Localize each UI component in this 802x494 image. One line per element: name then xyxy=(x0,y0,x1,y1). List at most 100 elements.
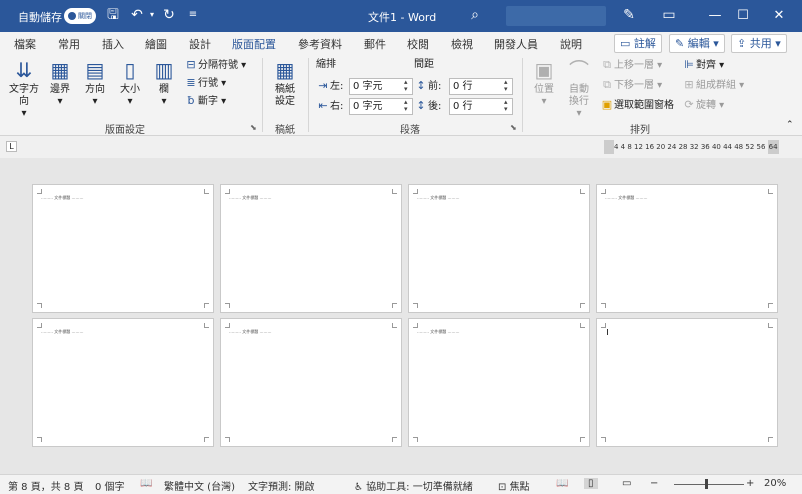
ribbon-display-icon[interactable]: ▭ xyxy=(660,6,678,24)
proofing-icon[interactable]: 📖 xyxy=(140,478,152,489)
spacing-before-input[interactable]: 0 行 xyxy=(449,78,513,95)
group-button[interactable]: ⊞ 組成群組 ▾ xyxy=(682,78,744,93)
read-mode-icon[interactable]: 📖 xyxy=(556,478,568,489)
accessibility-icon: ♿ xyxy=(354,482,367,493)
zoom-level[interactable]: 20% xyxy=(764,478,786,489)
indent-right-input[interactable]: 0 字元 xyxy=(349,98,413,115)
zoom-in-icon[interactable]: + xyxy=(746,478,754,489)
customize-qat-icon[interactable]: ≡ xyxy=(184,6,202,24)
send-backward-icon: ⧉ xyxy=(603,78,611,91)
redo-icon[interactable]: ↻ xyxy=(160,6,178,24)
tab-layout[interactable]: 版面配置 xyxy=(232,36,276,56)
page-setup-launcher-icon[interactable]: ⬊ xyxy=(250,123,257,132)
comment-icon: ▭ xyxy=(620,37,634,50)
paragraph-launcher-icon[interactable]: ⬊ xyxy=(510,123,517,132)
position-button[interactable]: ▣ 位置 ▾ xyxy=(530,58,558,108)
size-button[interactable]: ▯ 大小 ▾ xyxy=(116,58,144,108)
margin-corner-mark xyxy=(392,437,397,442)
document-page[interactable]: ……… 文件標題 ……… xyxy=(32,184,214,313)
breaks-button[interactable]: ⊟ 分隔符號 ▾ xyxy=(184,58,246,73)
document-page[interactable]: ……… 文件標題 ……… xyxy=(408,318,590,447)
hyphenation-button[interactable]: ƀ 斷字 ▾ xyxy=(184,94,227,109)
accessibility-status[interactable]: ♿ 協助工具: 一切準備就緒 xyxy=(354,478,473,493)
send-backward-button[interactable]: ⧉ 下移一層 ▾ xyxy=(600,78,662,93)
document-page[interactable]: ……… 文件標題 ……… xyxy=(408,184,590,313)
share-button[interactable]: ⇪ 共用 ▾ xyxy=(731,34,787,53)
tab-help[interactable]: 說明 xyxy=(560,36,582,52)
document-page[interactable] xyxy=(596,318,778,447)
breaks-icon: ⊟ xyxy=(186,58,196,71)
indent-right-label: ⇤ 右: xyxy=(316,99,343,114)
group-label-page-setup: 版面設定 xyxy=(105,125,145,136)
document-page[interactable]: ……… 文件標題 ……… xyxy=(32,318,214,447)
indent-left-icon: ⇥ xyxy=(318,79,328,92)
search-icon[interactable]: ⌕ xyxy=(466,6,484,24)
undo-dropdown-icon[interactable]: ▾ xyxy=(143,6,161,24)
document-page[interactable]: ……… 文件標題 ……… xyxy=(220,184,402,313)
columns-button[interactable]: ▥ 欄 ▾ xyxy=(152,58,176,108)
edit-button[interactable]: ✎ 編輯 ▾ xyxy=(669,34,725,53)
bring-forward-button[interactable]: ⧉ 上移一層 ▾ xyxy=(600,58,662,73)
horizontal-ruler[interactable]: 4 4 8 12 16 20 24 28 32 36 40 44 48 52 5… xyxy=(604,140,779,154)
tab-draw[interactable]: 繪圖 xyxy=(145,36,167,52)
zoom-slider[interactable] xyxy=(674,484,744,485)
document-title: 文件1 - Word xyxy=(368,11,437,24)
comment-button[interactable]: ▭ 註解 xyxy=(614,34,662,53)
edit-icon: ✎ xyxy=(675,37,688,50)
document-page[interactable]: ……… 文件標題 ……… xyxy=(596,184,778,313)
save-icon[interactable]: 🖫 xyxy=(104,6,122,24)
page-header-text: ……… 文件標題 ……… xyxy=(41,195,84,200)
margin-corner-mark xyxy=(768,189,773,194)
position-icon: ▣ xyxy=(534,58,554,82)
page-count[interactable]: 第 8 頁，共 8 頁 xyxy=(8,478,83,493)
margin-corner-mark xyxy=(204,303,209,308)
wrap-text-button[interactable]: ⌒ 自動換行 ▾ xyxy=(564,58,594,120)
text-cursor xyxy=(607,329,608,335)
spacing-after-input[interactable]: 0 行 xyxy=(449,98,513,115)
indent-marker-icon[interactable] xyxy=(604,140,614,154)
hyphenation-icon: ƀ xyxy=(187,94,195,107)
margin-corner-mark xyxy=(768,323,773,328)
group-label-manuscript: 稿紙 xyxy=(275,125,295,136)
margin-corner-mark xyxy=(413,189,418,194)
margin-corner-mark xyxy=(413,323,418,328)
margin-corner-mark xyxy=(601,323,606,328)
language[interactable]: 繁體中文 (台灣) xyxy=(164,478,235,493)
text-prediction[interactable]: 文字預測: 開啟 xyxy=(248,478,315,493)
orientation-button[interactable]: ▤ 方向 ▾ xyxy=(80,58,110,108)
tab-design[interactable]: 設計 xyxy=(189,36,211,52)
tab-references[interactable]: 參考資料 xyxy=(298,36,342,52)
tab-file[interactable]: 檔案 xyxy=(14,36,36,52)
print-layout-icon[interactable]: ▯ xyxy=(584,478,598,489)
margin-corner-mark xyxy=(225,189,230,194)
group-icon: ⊞ xyxy=(684,78,694,91)
tab-view[interactable]: 檢視 xyxy=(451,36,473,52)
rotate-button[interactable]: ⟳ 旋轉 ▾ xyxy=(682,98,724,113)
margin-corner-mark xyxy=(204,323,209,328)
manuscript-settings-button[interactable]: ▦ 稿紙設定 xyxy=(270,58,300,108)
tab-home[interactable]: 常用 xyxy=(58,36,80,52)
account-area[interactable] xyxy=(506,6,606,26)
tab-selector-icon[interactable]: L xyxy=(6,141,17,152)
zoom-out-icon[interactable]: − xyxy=(650,478,658,489)
pen-icon[interactable]: ✎ xyxy=(620,6,638,24)
web-layout-icon[interactable]: ▭ xyxy=(622,478,631,489)
tab-developer[interactable]: 開發人員 xyxy=(494,36,538,52)
text-direction-button[interactable]: ⇊ 文字方向 ▾ xyxy=(8,58,40,120)
document-canvas[interactable]: ……… 文件標題 ……… ……… 文件標題 ……… ……… 文件標題 ……… ……… … xyxy=(0,158,802,474)
autosave-toggle[interactable]: 關閉 xyxy=(64,8,96,24)
close-button[interactable]: ✕ xyxy=(756,0,802,32)
tab-review[interactable]: 校閱 xyxy=(407,36,429,52)
indent-left-input[interactable]: 0 字元 xyxy=(349,78,413,95)
word-count[interactable]: 0 個字 xyxy=(95,478,125,493)
tab-mailings[interactable]: 郵件 xyxy=(364,36,386,52)
selection-pane-button[interactable]: ▣ 選取範圍窗格 xyxy=(600,98,674,113)
margins-button[interactable]: ▦ 邊界 ▾ xyxy=(46,58,74,108)
collapse-ribbon-icon[interactable]: ⌃ xyxy=(786,118,794,132)
line-numbers-button[interactable]: ≣ 行號 ▾ xyxy=(184,76,226,91)
focus-button[interactable]: ⊡ 焦點 xyxy=(498,478,530,493)
zoom-slider-thumb[interactable] xyxy=(705,479,708,489)
tab-insert[interactable]: 插入 xyxy=(102,36,124,52)
document-page[interactable]: ……… 文件標題 ……… xyxy=(220,318,402,447)
align-button[interactable]: ⊫ 對齊 ▾ xyxy=(682,58,724,73)
